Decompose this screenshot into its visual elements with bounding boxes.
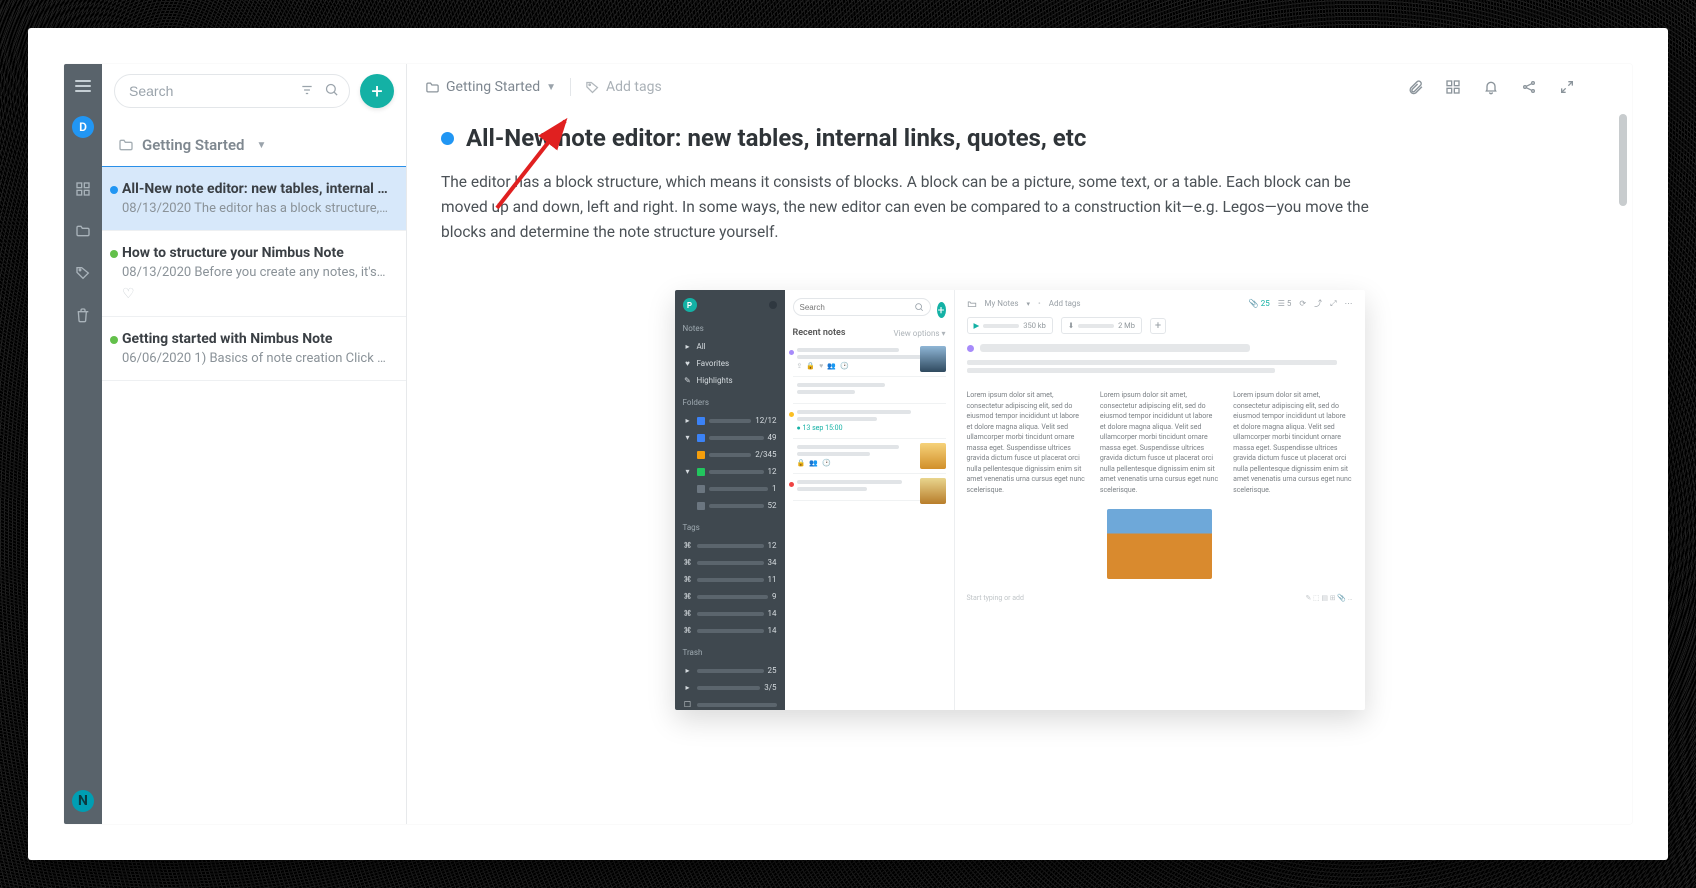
- divider: [570, 78, 571, 96]
- search-input[interactable]: [129, 83, 293, 99]
- emb-avatar: P: [683, 298, 697, 312]
- share-icon[interactable]: [1520, 78, 1538, 96]
- emb-image: [1107, 509, 1212, 579]
- emb-recent-label: Recent notes: [793, 328, 846, 338]
- note-item-meta: 06/06/2020 1) Basics of note creation Cl…: [122, 351, 388, 366]
- emb-toggle-icon: [769, 301, 777, 309]
- emb-add-button: +: [937, 302, 946, 318]
- emb-search-input: [800, 303, 910, 312]
- search-field[interactable]: [114, 74, 350, 108]
- app-logo: N: [72, 790, 94, 812]
- note-color-dot: [441, 132, 454, 145]
- breadcrumb-folder[interactable]: Getting Started ▼: [425, 79, 556, 95]
- note-sidebar: + Getting Started ▼ All-New note editor:…: [102, 64, 407, 824]
- folder-icon[interactable]: [74, 222, 92, 240]
- new-note-button[interactable]: +: [360, 74, 394, 108]
- main-pane: Getting Started ▼ Add tags: [407, 64, 1632, 824]
- note-topbar: Getting Started ▼ Add tags: [407, 64, 1632, 110]
- folder-header[interactable]: Getting Started ▼: [102, 120, 406, 166]
- note-body[interactable]: The editor has a block structure, which …: [441, 170, 1401, 244]
- expand-icon[interactable]: [1558, 78, 1576, 96]
- heart-icon[interactable]: ♡: [122, 286, 388, 302]
- emb-notes-label: Notes: [683, 324, 777, 333]
- add-tags-button[interactable]: Add tags: [585, 79, 662, 95]
- chevron-down-icon: ▼: [256, 140, 266, 151]
- workspace-avatar[interactable]: D: [72, 116, 94, 138]
- note-title[interactable]: All-New note editor: new tables, interna…: [466, 124, 1086, 152]
- note-color-dot: [110, 186, 118, 194]
- emb-view-options: View options ▾: [893, 329, 945, 338]
- note-list: All-New note editor: new tables, interna…: [102, 166, 406, 824]
- grid-icon[interactable]: [1444, 78, 1462, 96]
- note-content: All-New note editor: new tables, interna…: [407, 110, 1632, 824]
- breadcrumb-label: Getting Started: [446, 79, 540, 95]
- folder-name: Getting Started: [142, 136, 244, 154]
- note-item-title: All-New note editor: new tables, interna…: [122, 181, 388, 197]
- note-item-meta: 08/13/2020 Before you create any notes, …: [122, 265, 388, 280]
- tag-icon[interactable]: [74, 264, 92, 282]
- attachment-icon[interactable]: [1406, 78, 1424, 96]
- chevron-down-icon: ▼: [546, 82, 556, 93]
- note-list-item[interactable]: Getting started with Nimbus Note 06/06/20…: [102, 317, 406, 381]
- add-tags-label: Add tags: [606, 79, 662, 95]
- note-item-meta: 08/13/2020 The editor has a block struct…: [122, 201, 388, 216]
- search-icon[interactable]: [324, 82, 339, 101]
- note-color-dot: [110, 336, 118, 344]
- scrollbar[interactable]: [1619, 114, 1629, 814]
- note-item-title: How to structure your Nimbus Note: [122, 245, 388, 261]
- embedded-screenshot: P Notes ▸All ♥Favorites ✎Highlights Fold…: [675, 290, 1365, 710]
- left-rail: D N: [64, 64, 102, 824]
- note-list-item[interactable]: How to structure your Nimbus Note 08/13/2…: [102, 231, 406, 317]
- app-window: D N: [64, 64, 1632, 824]
- dashboard-icon[interactable]: [74, 180, 92, 198]
- more-icon[interactable]: [1596, 78, 1614, 96]
- menu-icon[interactable]: [75, 80, 91, 92]
- trash-icon[interactable]: [74, 306, 92, 324]
- note-item-title: Getting started with Nimbus Note: [122, 331, 388, 347]
- note-color-dot: [110, 250, 118, 258]
- note-list-item[interactable]: All-New note editor: new tables, interna…: [102, 166, 406, 231]
- bell-icon[interactable]: [1482, 78, 1500, 96]
- filter-icon[interactable]: [300, 82, 314, 101]
